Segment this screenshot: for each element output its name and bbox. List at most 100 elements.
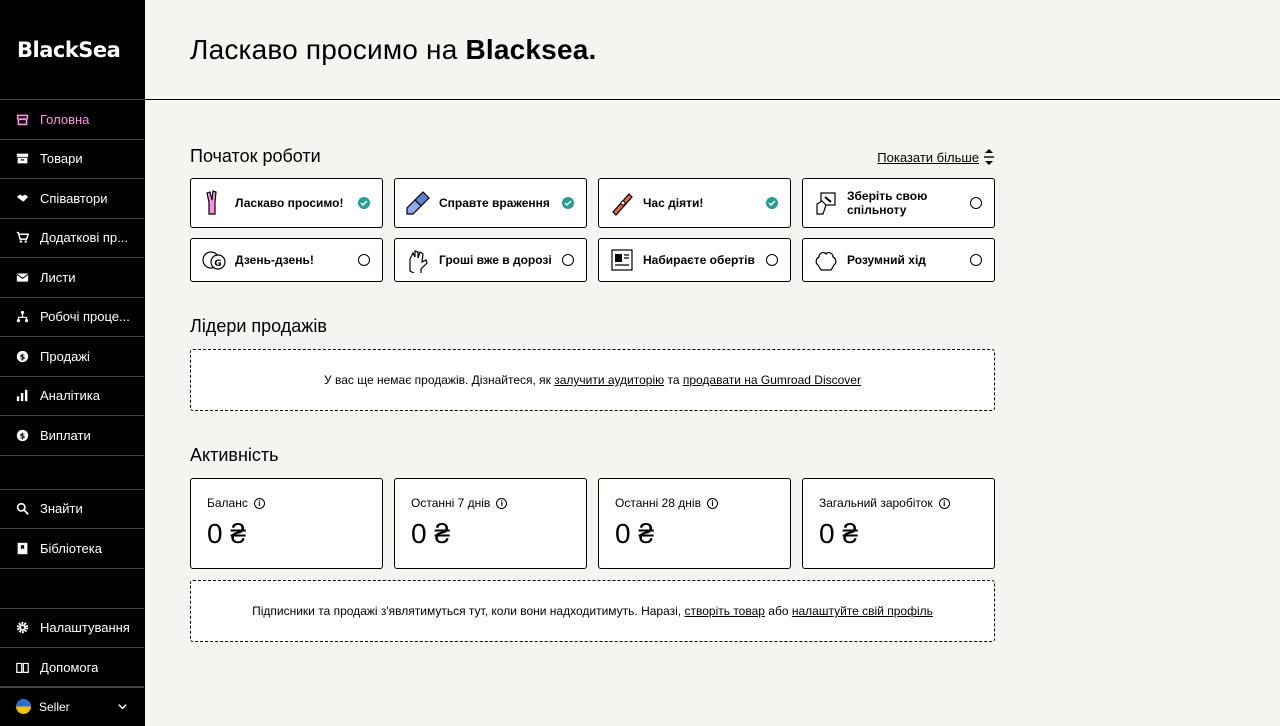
nav-item-emails[interactable]: Листи	[0, 258, 144, 298]
hand-peace-icon	[206, 190, 217, 215]
avatar	[16, 699, 31, 714]
check-done-icon	[766, 197, 778, 209]
card-label: Гроші вже в дорозі	[439, 253, 552, 267]
checklist-card-money[interactable]: Гроші вже в дорозі	[394, 238, 587, 282]
checklist-card-community[interactable]: Зберіть свою спільноту	[802, 178, 995, 228]
stat-total-earnings: Загальний заробіток i 0 ₴	[802, 478, 995, 569]
gear-icon	[16, 621, 29, 634]
nav-spacer	[0, 456, 144, 490]
sidebar: BlackSea Головна Товари Співавтори Додат…	[0, 0, 145, 726]
sales-empty-text: У вас ще немає продажів. Дізнайтеся, як	[324, 373, 555, 387]
nav-item-home[interactable]: Головна	[0, 100, 144, 140]
stat-label: Загальний заробіток	[819, 496, 933, 510]
svg-text:$: $	[20, 430, 26, 440]
nav-label: Товари	[40, 151, 83, 167]
nav-label: Продажі	[40, 348, 90, 364]
nav-item-collaborators[interactable]: Співавтори	[0, 179, 144, 219]
search-icon	[16, 502, 29, 516]
title-brand: Blacksea.	[465, 33, 597, 65]
stat-label: Останні 7 днів	[411, 496, 491, 510]
info-icon[interactable]: i	[496, 497, 508, 509]
expand-icon	[984, 149, 994, 165]
check-empty-icon	[562, 254, 574, 266]
activity-empty-state: Підписники та продажі з'являтимуться тут…	[190, 580, 995, 642]
nav-label: Бібліотека	[40, 540, 102, 556]
nav-item-products[interactable]: Товари	[0, 140, 144, 179]
nav-label: Додаткові пр...	[40, 230, 128, 246]
book-icon	[16, 661, 29, 674]
stat-value: 0 ₴	[819, 518, 858, 549]
check-empty-icon	[970, 254, 982, 266]
currency-icon: $	[16, 350, 29, 363]
envelope-icon	[16, 271, 29, 284]
check-done-icon	[358, 197, 370, 209]
svg-text:$: $	[20, 351, 26, 361]
payout-icon: $	[16, 429, 29, 442]
nav-item-payouts[interactable]: $ Виплати	[0, 416, 144, 456]
nav-label: Співавтори	[40, 190, 108, 206]
nav-label: Аналітика	[40, 388, 100, 404]
newspaper-icon	[611, 249, 633, 271]
nav-item-discover[interactable]: Знайти	[0, 490, 144, 529]
checklist-card-welcome[interactable]: Ласкаво просимо!	[190, 178, 383, 228]
nav-label: Виплати	[40, 427, 91, 443]
brush-icon	[406, 191, 430, 215]
stat-balance: Баланс i 0 ₴	[190, 478, 383, 569]
checklist-card-smart[interactable]: Розумний хід	[802, 238, 995, 282]
nav-item-sales[interactable]: $ Продажі	[0, 337, 144, 377]
chevron-down-icon	[117, 701, 128, 715]
shop-icon	[16, 113, 29, 126]
getting-started-title: Початок роботи	[190, 146, 321, 166]
getting-started-grid: Ласкаво просимо! Справте враження Час ді…	[190, 178, 995, 282]
page-header: Ласкаво просимо на Blacksea.	[145, 0, 1280, 100]
nav-item-settings[interactable]: Налаштування	[0, 609, 144, 648]
activity-empty-text: Підписники та продажі з'являтимуться тут…	[252, 604, 685, 618]
stat-label: Останні 28 днів	[615, 496, 701, 510]
nav-item-library[interactable]: Бібліотека	[0, 529, 144, 569]
user-menu[interactable]: Seller	[0, 686, 144, 726]
stat-value: 0 ₴	[207, 518, 246, 549]
show-more-link[interactable]: Показати більше	[877, 149, 995, 165]
coins-icon: G	[202, 251, 226, 270]
sales-empty-mid: та	[664, 373, 683, 387]
card-label: Ласкаво просимо!	[235, 196, 344, 210]
nav-item-analytics[interactable]: Аналітика	[0, 377, 144, 416]
info-icon[interactable]: i	[706, 497, 718, 509]
stat-label: Баланс	[207, 496, 248, 510]
checklist-card-ding[interactable]: G Дзень-дзень!	[190, 238, 383, 282]
brand-logo[interactable]: BlackSea	[0, 0, 144, 100]
nav-label: Листи	[40, 269, 76, 285]
create-product-link[interactable]: створіть товар	[684, 604, 764, 618]
nav-item-workflows[interactable]: Робочі проце...	[0, 298, 144, 337]
nav-item-upsells[interactable]: Додаткові пр...	[0, 219, 144, 258]
archive-icon	[16, 152, 29, 165]
card-label: Набираєте обертів	[643, 253, 755, 267]
rocket-icon	[612, 193, 633, 216]
stat-last-7-days: Останні 7 днів i 0 ₴	[394, 478, 587, 569]
stat-last-28-days: Останні 28 днів i 0 ₴	[598, 478, 791, 569]
card-label: Справте враження	[439, 196, 550, 210]
info-icon[interactable]: i	[938, 497, 950, 509]
check-empty-icon	[970, 197, 982, 209]
checklist-card-momentum[interactable]: Набираєте обертів	[598, 238, 791, 282]
cart-icon	[16, 231, 29, 244]
top-sellers-title: Лідери продажів	[190, 316, 327, 336]
nav-item-help[interactable]: Допомога	[0, 648, 144, 688]
check-done-icon	[562, 197, 574, 209]
card-label: Дзень-дзень!	[235, 253, 314, 267]
bookmark-icon	[16, 542, 29, 555]
sales-empty-state: У вас ще немає продажів. Дізнайтеся, як …	[190, 349, 995, 411]
card-label: Розумний хід	[847, 253, 926, 267]
discover-link[interactable]: продавати на Gumroad Discover	[683, 373, 861, 387]
nav-spacer	[0, 569, 144, 609]
customize-profile-link[interactable]: налаштуйте свій профіль	[792, 604, 933, 618]
checklist-card-act[interactable]: Час діяти!	[598, 178, 791, 228]
stat-value: 0 ₴	[411, 518, 450, 549]
svg-text:G: G	[214, 259, 221, 269]
audience-link[interactable]: залучити аудиторію	[554, 373, 664, 387]
nav-label: Головна	[40, 111, 90, 127]
checklist-card-impression[interactable]: Справте враження	[394, 178, 587, 228]
info-icon[interactable]: i	[253, 497, 265, 509]
nav-label: Допомога	[40, 659, 99, 675]
activity-empty-mid: або	[764, 604, 792, 618]
